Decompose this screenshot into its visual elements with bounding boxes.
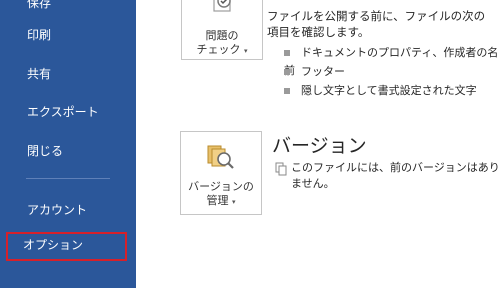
info-pane: 問題の チェック ▾ ファイルを公開する前に、ファイルの次の 項目を確認します。… xyxy=(136,0,500,288)
nav-item-label: 印刷 xyxy=(27,28,52,42)
versions-info-line1: このファイルには、前のバージョンはあり xyxy=(291,161,500,174)
document-versions-icon xyxy=(275,162,287,176)
tile-label: バージョンの 管理 ▾ xyxy=(181,180,261,209)
nav-item-label: オプション xyxy=(23,238,84,252)
tile-label-line1: 問題の xyxy=(205,29,239,42)
inspect-document-icon xyxy=(213,0,231,12)
nav-item-print[interactable]: 印刷 xyxy=(10,22,128,48)
bullet-square-icon xyxy=(284,69,290,75)
tile-label-line1: バージョンの xyxy=(188,180,254,193)
tile-label-line2: 管理 ▾ xyxy=(181,194,261,209)
versions-info: このファイルには、前のバージョンはあり ません。 xyxy=(291,160,500,192)
tile-label: 問題の チェック ▾ xyxy=(182,29,262,58)
tile-label-line2: チェック ▾ xyxy=(182,43,262,58)
nav-divider xyxy=(26,178,110,179)
nav-item-save[interactable]: 保存 xyxy=(10,0,128,16)
inspect-bullet: ドキュメントのプロパティ、作成者の名前 xyxy=(284,44,500,77)
versions-info-line2: ません。 xyxy=(291,177,335,190)
inspect-description: ファイルを公開する前に、ファイルの次の 項目を確認します。 xyxy=(267,8,485,40)
nav-item-close[interactable]: 閉じる xyxy=(10,138,128,164)
nav-item-label: 閉じる xyxy=(27,144,64,158)
inspect-bullet: フッター xyxy=(284,63,345,81)
nav-item-label: 保存 xyxy=(27,0,52,10)
bullet-text: フッター xyxy=(301,65,345,78)
versions-title: バージョン xyxy=(272,135,367,157)
manage-versions-button[interactable]: バージョンの 管理 ▾ xyxy=(180,131,262,215)
nav-item-label: アカウント xyxy=(27,203,88,217)
tile-label-text: 管理 xyxy=(206,194,229,207)
nav-item-export[interactable]: エクスポート xyxy=(10,99,128,125)
inspect-bullet: 隠し文字として書式設定された文字 xyxy=(284,82,477,100)
backstage-nav: 保存 印刷 共有 エクスポート 閉じる アカウント オプション xyxy=(0,0,136,288)
check-for-issues-button[interactable]: 問題の チェック ▾ xyxy=(181,0,263,60)
bullet-square-icon xyxy=(284,50,290,56)
nav-item-account[interactable]: アカウント xyxy=(10,197,128,223)
nav-item-label: 共有 xyxy=(27,67,52,81)
nav-item-options[interactable]: オプション xyxy=(6,232,127,261)
inspect-description-line1: ファイルを公開する前に、ファイルの次の xyxy=(267,9,486,23)
nav-item-label: エクスポート xyxy=(27,105,99,119)
inspect-description-line2: 項目を確認します。 xyxy=(267,25,370,39)
tile-label-text: チェック xyxy=(196,43,241,56)
chevron-down-icon: ▾ xyxy=(231,198,236,206)
versions-icon xyxy=(207,145,234,169)
bullet-square-icon xyxy=(284,88,290,94)
nav-item-share[interactable]: 共有 xyxy=(10,61,128,87)
bullet-text: 隠し文字として書式設定された文字 xyxy=(301,84,477,97)
chevron-down-icon: ▾ xyxy=(243,47,248,55)
